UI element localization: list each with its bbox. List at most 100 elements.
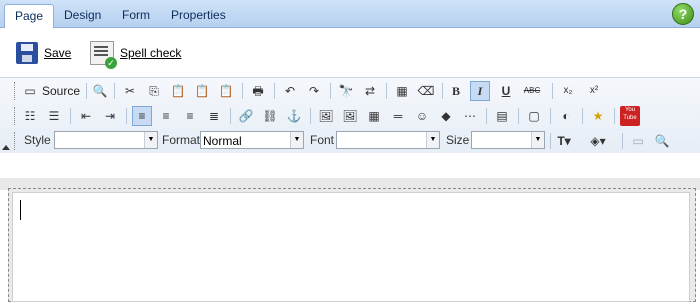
separator — [310, 108, 311, 124]
align-left-icon[interactable]: ≡ — [132, 106, 152, 126]
separator — [622, 133, 623, 149]
separator — [552, 83, 553, 99]
toolbar-row-2: ☷ ☰ ⇤ ⇥ ≡ ≡ ≡ ≣ 🔗 ⛓ ⚓ 🖼 🖼 ▦ ═ ☺ ◆ ⋯ ▤ ▢ … — [14, 105, 694, 127]
youtube-icon[interactable]: You Tube — [620, 106, 640, 126]
cut-icon[interactable]: ✂ — [120, 81, 140, 101]
align-right-icon[interactable]: ≡ — [180, 106, 200, 126]
link-icon[interactable]: 🔗 — [236, 106, 256, 126]
redo-icon[interactable]: ↷ — [304, 81, 324, 101]
justify-icon[interactable]: ≣ — [204, 106, 224, 126]
anchor-icon[interactable]: ⚓ — [284, 106, 304, 126]
tab-form[interactable]: Form — [112, 4, 160, 26]
preview-icon[interactable]: 🔍 — [90, 81, 110, 101]
editor-content-area[interactable] — [12, 192, 690, 302]
horizontal-rule-icon[interactable]: ═ — [388, 106, 408, 126]
separator — [386, 83, 387, 99]
separator — [330, 83, 331, 99]
star-icon[interactable]: ★ — [588, 106, 608, 126]
toolbar-row-3: Style ▼ Format Normal ▼ Font ▼ Size ▼ T▾… — [14, 130, 694, 152]
show-blocks-icon[interactable]: ▭ — [628, 131, 648, 151]
bulleted-list-icon[interactable]: ☰ — [44, 106, 64, 126]
save-label: Save — [44, 46, 72, 60]
separator — [614, 108, 615, 124]
maximize-icon[interactable]: ▢ — [524, 106, 544, 126]
separator — [518, 108, 519, 124]
separator — [230, 108, 231, 124]
floppy-disk-icon — [16, 42, 38, 64]
smiley-icon[interactable]: ☺ — [412, 106, 432, 126]
unlink-icon[interactable]: ⛓ — [260, 106, 280, 126]
tab-page[interactable]: Page — [4, 4, 55, 28]
superscript-button[interactable]: x² — [584, 81, 604, 101]
source-button[interactable]: Source — [42, 81, 80, 101]
underline-button[interactable]: U — [496, 81, 516, 101]
separator — [550, 133, 551, 149]
source-icon: ▭ — [24, 84, 36, 98]
special-char-icon[interactable]: ◆ — [436, 106, 456, 126]
paste-text-icon[interactable]: 📋 — [192, 81, 212, 101]
style-label: Style — [24, 133, 51, 147]
save-button[interactable]: Save — [16, 41, 71, 65]
separator — [550, 108, 551, 124]
text-color-icon[interactable]: T▾ — [554, 131, 574, 151]
toolbar-collapse-icon[interactable] — [2, 145, 10, 150]
spell-check-label: Spell check — [120, 46, 182, 60]
format-select[interactable]: Normal ▼ — [200, 131, 304, 149]
replace-icon[interactable]: ⇄ — [360, 81, 380, 101]
page-break-icon[interactable]: ⋯ — [460, 106, 480, 126]
chevron-down-icon[interactable]: ▼ — [531, 132, 544, 148]
strikethrough-button[interactable]: ABC — [520, 81, 544, 101]
tab-design[interactable]: Design — [54, 4, 111, 26]
indent-icon[interactable]: ⇥ — [100, 106, 120, 126]
numbered-list-icon[interactable]: ☷ — [20, 106, 40, 126]
align-center-icon[interactable]: ≡ — [156, 106, 176, 126]
image-icon[interactable]: 🖼 — [316, 106, 336, 126]
editor-toolbar: ▭ Source 🔍 ✂ ⎘ 📋 📋 📋 🖶 ↶ ↷ 🔭 ⇄ ▦ ⌫ B I U… — [0, 77, 700, 155]
chevron-down-icon[interactable]: ▼ — [290, 132, 303, 148]
tab-properties[interactable]: Properties — [161, 4, 236, 26]
separator — [442, 83, 443, 99]
help-icon[interactable]: ? — [672, 3, 694, 25]
toolbar-grip[interactable] — [14, 82, 17, 100]
chevron-down-icon[interactable]: ▼ — [426, 132, 439, 148]
bold-button[interactable]: B — [446, 81, 466, 101]
separator — [486, 108, 487, 124]
background-color-icon[interactable]: ◈▾ — [588, 131, 608, 151]
separator — [582, 108, 583, 124]
copy-icon[interactable]: ⎘ — [144, 81, 164, 101]
toolbar-row-1: ▭ Source 🔍 ✂ ⎘ 📋 📋 📋 🖶 ↶ ↷ 🔭 ⇄ ▦ ⌫ B I U… — [14, 80, 694, 102]
separator — [70, 108, 71, 124]
spell-check-button[interactable]: Spell check — [90, 41, 182, 69]
undo-icon[interactable]: ↶ — [280, 81, 300, 101]
table-icon[interactable]: ▦ — [364, 106, 384, 126]
outdent-icon[interactable]: ⇤ — [76, 106, 96, 126]
remove-format-icon[interactable]: ⌫ — [416, 81, 436, 101]
chevron-down-icon[interactable]: ▼ — [144, 132, 157, 148]
format-value: Normal — [203, 134, 242, 148]
toolbar-grip[interactable] — [14, 132, 17, 150]
subscript-button[interactable]: x₂ — [558, 81, 578, 101]
format-label: Format — [162, 133, 201, 147]
paste-icon[interactable]: 📋 — [168, 81, 188, 101]
preview-page-icon[interactable]: 🔍 — [652, 131, 672, 151]
toolbar-grip[interactable] — [14, 107, 17, 125]
separator — [86, 83, 87, 99]
separator — [114, 83, 115, 99]
style-select[interactable]: ▼ — [54, 131, 158, 149]
font-label: Font — [310, 133, 335, 147]
flash-icon[interactable]: ◐ — [556, 106, 576, 126]
separator — [126, 108, 127, 124]
select-all-icon[interactable]: ▦ — [392, 81, 412, 101]
size-select[interactable]: ▼ — [471, 131, 545, 149]
font-select[interactable]: ▼ — [336, 131, 440, 149]
size-label: Size — [446, 133, 470, 147]
italic-button[interactable]: I — [470, 81, 490, 101]
template-icon[interactable]: ▤ — [492, 106, 512, 126]
paste-word-icon[interactable]: 📋 — [216, 81, 236, 101]
insert-image-icon[interactable]: 🖼 — [340, 106, 360, 126]
print-icon[interactable]: 🖶 — [248, 81, 268, 101]
text-caret — [20, 200, 21, 220]
action-bar: Save Spell check — [0, 28, 700, 76]
find-icon[interactable]: 🔭 — [336, 81, 356, 101]
tab-bar: Page Design Form Properties ? — [0, 0, 700, 28]
